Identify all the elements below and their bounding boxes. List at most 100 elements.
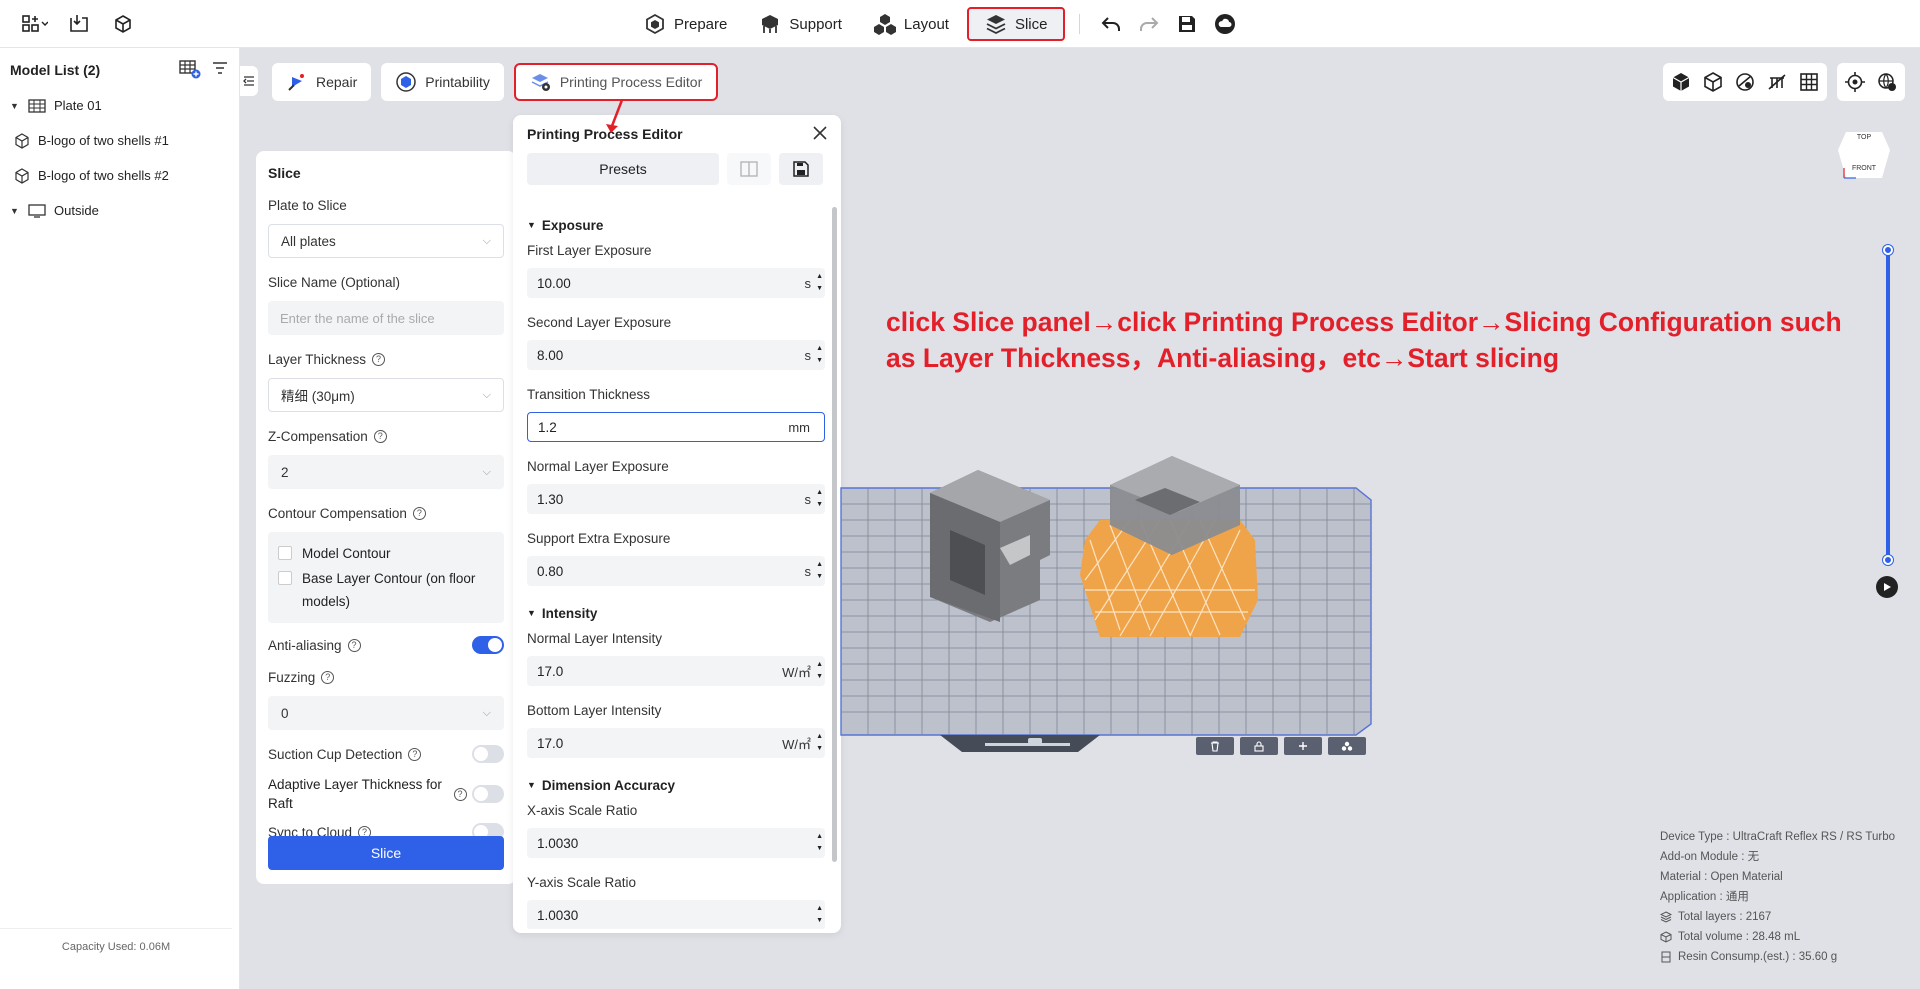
locate-icon[interactable] — [1843, 70, 1867, 94]
printability-button[interactable]: Printability — [381, 63, 504, 101]
save-button[interactable] — [1170, 7, 1204, 41]
cloud-upload-button[interactable] — [1208, 7, 1242, 41]
stepper-icon[interactable]: ▲ ▼ — [816, 271, 823, 295]
anti-aliasing-toggle[interactable] — [472, 636, 504, 654]
help-icon[interactable]: ? — [453, 787, 467, 801]
stepper-icon[interactable]: ▲ ▼ — [816, 487, 823, 511]
add-plate-icon[interactable] — [179, 59, 201, 82]
y-scale-input[interactable]: 1.0030 ▲ ▼ — [527, 900, 825, 929]
slice-name-label: Slice Name (Optional) — [268, 274, 401, 290]
tree-item-outside[interactable]: ▼ Outside — [0, 193, 239, 228]
section-exposure[interactable]: ▼ Exposure — [527, 211, 827, 239]
plate-to-slice-select[interactable]: All plates ⌵ — [268, 224, 504, 258]
model-contour-checkbox[interactable] — [278, 546, 292, 560]
lock-plate-button[interactable] — [1240, 737, 1278, 755]
caret-down-icon[interactable]: ▼ — [10, 206, 20, 216]
add-plate-button[interactable] — [1284, 737, 1322, 755]
wireframe-view-icon[interactable] — [1701, 70, 1725, 94]
bottom-layer-intensity-input[interactable]: 17.0 W/㎡ ▲ ▼ — [527, 728, 825, 758]
play-button[interactable] — [1876, 576, 1898, 598]
stepper-icon[interactable]: ▲ ▼ — [816, 659, 823, 683]
normal-layer-intensity-input[interactable]: 17.0 W/㎡ ▲ ▼ — [527, 656, 825, 686]
filter-icon[interactable] — [211, 59, 229, 82]
help-icon[interactable]: ? — [321, 670, 335, 684]
undo-icon — [1102, 17, 1121, 31]
caret-down-icon[interactable]: ▼ — [10, 101, 20, 111]
printability-icon — [396, 72, 416, 92]
redo-button[interactable] — [1132, 7, 1166, 41]
tree-item-model[interactable]: B-logo of two shells #2 — [0, 158, 239, 193]
second-layer-exposure-label: Second Layer Exposure — [527, 314, 672, 330]
caret-down-icon: ▼ — [527, 220, 536, 230]
suction-cup-toggle[interactable] — [472, 745, 504, 763]
save-preset-button[interactable] — [779, 153, 823, 185]
delete-plate-button[interactable] — [1196, 737, 1234, 755]
help-icon[interactable]: ? — [372, 352, 386, 366]
slice-name-input[interactable]: Enter the name of the slice — [268, 301, 504, 335]
tree-item-plate[interactable]: ▼ Plate 01 — [0, 88, 239, 123]
tab-layout[interactable]: Layout — [860, 7, 963, 41]
normal-layer-exposure-input[interactable]: 1.30 s ▲ ▼ — [527, 484, 825, 514]
stepper-icon[interactable]: ▲ ▼ — [816, 343, 823, 367]
printing-process-editor-button[interactable]: Printing Process Editor — [513, 63, 719, 101]
fuzzing-select[interactable]: 0 ⌵ — [268, 696, 504, 730]
save-icon — [793, 161, 809, 177]
layer-thickness-select[interactable]: 精细 (30μm) ⌵ — [268, 378, 504, 412]
x-scale-input[interactable]: 1.0030 ▲ ▼ — [527, 828, 825, 858]
stepper-icon[interactable]: ▲ ▼ — [816, 903, 823, 927]
transition-thickness-input[interactable]: 1.2 mm — [527, 412, 825, 442]
stepper-icon[interactable]: ▲ ▼ — [816, 731, 823, 755]
stepper-icon[interactable]: ▲ ▼ — [816, 559, 823, 583]
plate-icon — [28, 98, 46, 113]
help-icon[interactable]: ? — [347, 638, 361, 652]
first-layer-exposure-label: First Layer Exposure — [527, 242, 652, 258]
presets-button[interactable]: Presets — [527, 153, 719, 185]
undo-button[interactable] — [1094, 7, 1128, 41]
support-extra-exposure-input[interactable]: 0.80 s ▲ ▼ — [527, 556, 825, 586]
stepper-icon[interactable]: ▲ ▼ — [816, 831, 823, 855]
resin-consumption: Resin Consump.(est.) : 35.60 g — [1678, 951, 1838, 963]
model-contour-option[interactable]: Model Contour — [278, 542, 494, 565]
redo-icon — [1140, 17, 1159, 31]
layer-slider-bottom-handle[interactable] — [1883, 555, 1893, 565]
z-compensation-select[interactable]: 2 ⌵ — [268, 455, 504, 489]
collapse-sidebar-button[interactable] — [240, 66, 258, 96]
help-icon[interactable]: ? — [373, 429, 387, 443]
solid-view-icon[interactable] — [1669, 70, 1693, 94]
base-contour-option[interactable]: Base Layer Contour (on floor models) — [278, 567, 494, 613]
tab-support[interactable]: Support — [745, 7, 856, 41]
total-volume-row: Total volume : 28.48 mL — [1660, 927, 1895, 947]
model-library-icon[interactable] — [108, 10, 138, 38]
first-layer-exposure-input[interactable]: 10.00 s ▲ ▼ — [527, 268, 825, 298]
grid-view-icon[interactable] — [1797, 70, 1821, 94]
tab-prepare[interactable]: Prepare — [630, 7, 741, 41]
arrange-plate-button[interactable] — [1328, 737, 1366, 755]
close-icon[interactable] — [813, 125, 827, 143]
slice-button[interactable]: Slice — [268, 836, 504, 870]
adaptive-layer-toggle[interactable] — [472, 785, 504, 803]
slice-info: Device Type : UltraCraft Reflex RS / RS … — [1660, 827, 1895, 967]
xray-view-icon[interactable] — [1733, 70, 1757, 94]
tree-item-model[interactable]: B-logo of two shells #1 — [0, 123, 239, 158]
section-dimension-accuracy[interactable]: ▼ Dimension Accuracy — [527, 771, 827, 799]
repair-button[interactable]: Repair — [272, 63, 372, 101]
tab-slice[interactable]: Slice — [966, 7, 1066, 41]
anti-aliasing-label: Anti-aliasing — [268, 637, 342, 653]
hide-supports-icon[interactable] — [1765, 70, 1789, 94]
ppe-scrollbar[interactable] — [832, 207, 837, 862]
layer-slider[interactable] — [1886, 250, 1890, 562]
second-layer-exposure-input[interactable]: 8.00 s ▲ ▼ — [527, 340, 825, 370]
global-view-icon[interactable] — [1875, 70, 1899, 94]
compare-button[interactable] — [727, 153, 771, 185]
help-icon[interactable]: ? — [412, 506, 426, 520]
z-compensation-value: 2 — [281, 464, 289, 480]
y-scale-label: Y-axis Scale Ratio — [527, 874, 637, 890]
section-intensity[interactable]: ▼ Intensity — [527, 599, 827, 627]
base-contour-checkbox[interactable] — [278, 571, 292, 585]
orientation-cube[interactable]: TOP FRONT — [1838, 128, 1890, 182]
import-icon[interactable] — [64, 10, 94, 38]
tab-layout-label: Layout — [903, 15, 949, 33]
layer-slider-top-handle[interactable] — [1883, 245, 1893, 255]
apps-menu-icon[interactable] — [20, 10, 50, 38]
help-icon[interactable]: ? — [408, 747, 422, 761]
